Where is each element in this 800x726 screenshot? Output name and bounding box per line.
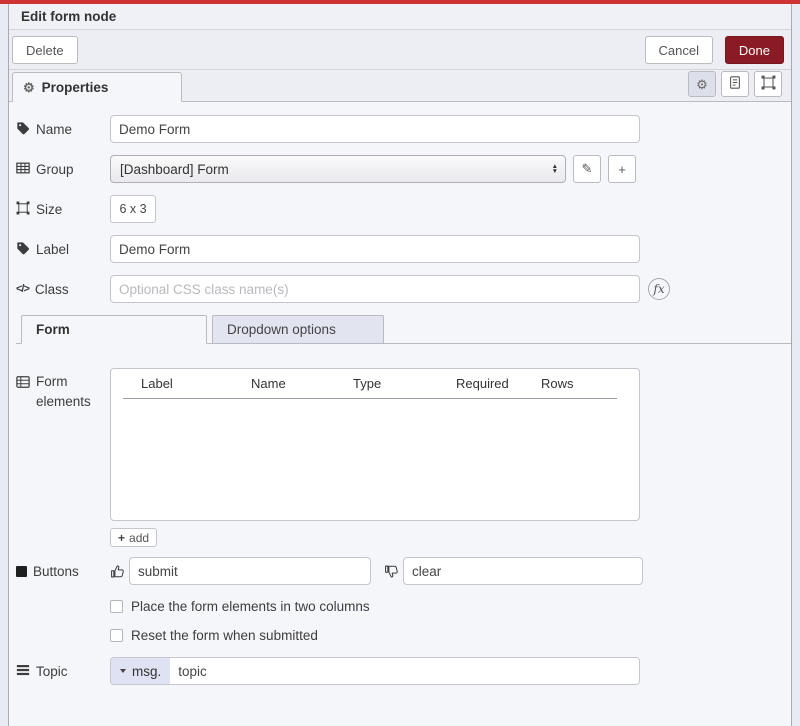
two-columns-checkbox[interactable] [110,600,123,613]
column-label: Label [141,376,251,391]
appearance-button[interactable] [754,71,782,97]
subtab-form[interactable]: Form [21,315,207,344]
label-label: Label [16,241,110,258]
topic-type-label: msg. [132,664,161,679]
table-icon [16,161,30,178]
form-elements-editor: Label Name Type Required Rows [110,368,640,521]
done-button[interactable]: Done [725,36,784,64]
dialog-title: Edit form node [9,4,791,30]
square-icon [16,566,27,577]
group-select[interactable]: [Dashboard] Form ▲ ▼ [110,155,566,183]
name-row: Name [16,115,791,143]
size-button[interactable]: 6 x 3 [110,195,156,223]
label-row: Label [16,235,791,263]
object-group-icon [761,75,776,93]
clear-button-input[interactable] [403,557,643,585]
class-input[interactable] [110,275,640,303]
name-input[interactable] [110,115,640,143]
form-elements-table: Label Name Type Required Rows [110,368,640,521]
tab-properties[interactable]: ⚙ Properties [12,72,182,102]
size-label: Size [16,201,110,218]
delete-button[interactable]: Delete [12,36,78,64]
group-select-value: [Dashboard] Form [120,162,229,177]
reset-form-checkbox[interactable] [110,629,123,642]
group-label: Group [16,161,110,178]
submit-button-input[interactable] [129,557,371,585]
pencil-icon: ✎ [582,161,593,177]
list-icon [16,372,30,411]
form-subtabs: Form Dropdown options [16,315,791,344]
two-columns-label: Place the form elements in two columns [131,599,370,614]
tab-icon-buttons: ⚙ [688,71,782,97]
column-type: Type [353,376,456,391]
column-rows: Rows [541,376,601,391]
tag-icon [16,241,30,258]
size-row: Size 6 x 3 [16,195,791,223]
code-icon: </> [16,283,29,295]
dialog-tab-bar: ⚙ Properties ⚙ [9,70,791,102]
plus-icon: + [118,531,125,545]
dialog-toolbar: Delete Cancel Done [9,30,791,70]
group-row: Group [Dashboard] Form ▲ ▼ ✎ + [16,155,791,183]
select-arrows-icon: ▲ ▼ [552,164,558,174]
tasks-icon [16,663,30,680]
class-label: </> Class [16,282,110,297]
subtab-dropdown-options[interactable]: Dropdown options [212,315,384,343]
edit-form-node-dialog: Edit form node Delete Cancel Done ⚙ Prop… [8,4,792,726]
plus-icon: + [618,162,626,177]
edit-group-button[interactable]: ✎ [573,155,601,183]
reset-form-label: Reset the form when submitted [131,628,318,643]
topic-typed-input: msg. [110,657,640,685]
topic-row: Topic msg. [16,657,791,685]
class-row: </> Class fx [16,275,791,303]
fx-expand-button[interactable]: fx [648,278,670,300]
caret-down-icon [120,669,126,673]
thumbs-down-icon [384,564,399,579]
gear-icon: ⚙ [696,78,708,91]
column-name: Name [251,376,353,391]
form-elements-table-header: Label Name Type Required Rows [123,376,617,399]
buttons-row: Buttons [16,557,791,585]
cancel-button[interactable]: Cancel [645,36,713,64]
column-required: Required [456,376,541,391]
add-group-button[interactable]: + [608,155,636,183]
add-element-button[interactable]: + add [110,528,157,547]
topic-type-selector[interactable]: msg. [111,658,170,684]
properties-gear-button[interactable]: ⚙ [688,71,716,97]
thumbs-up-icon [110,564,125,579]
reset-form-option: Reset the form when submitted [110,628,791,643]
description-button[interactable] [721,71,749,97]
tab-properties-label: Properties [42,80,109,95]
object-group-icon [16,201,30,218]
topic-input[interactable] [170,658,639,684]
gear-icon: ⚙ [23,81,35,94]
document-icon [728,75,742,93]
buttons-label: Buttons [16,564,110,579]
name-label: Name [16,121,110,138]
two-columns-option: Place the form elements in two columns [110,599,791,614]
form-elements-row: Form elements Label Name Type Required R… [16,368,791,521]
label-input[interactable] [110,235,640,263]
tag-icon [16,121,30,138]
topic-label: Topic [16,663,110,680]
form-elements-label: Form elements [16,368,110,411]
properties-form: Name Group [Dashboard] Form ▲ ▼ ✎ [9,102,791,685]
